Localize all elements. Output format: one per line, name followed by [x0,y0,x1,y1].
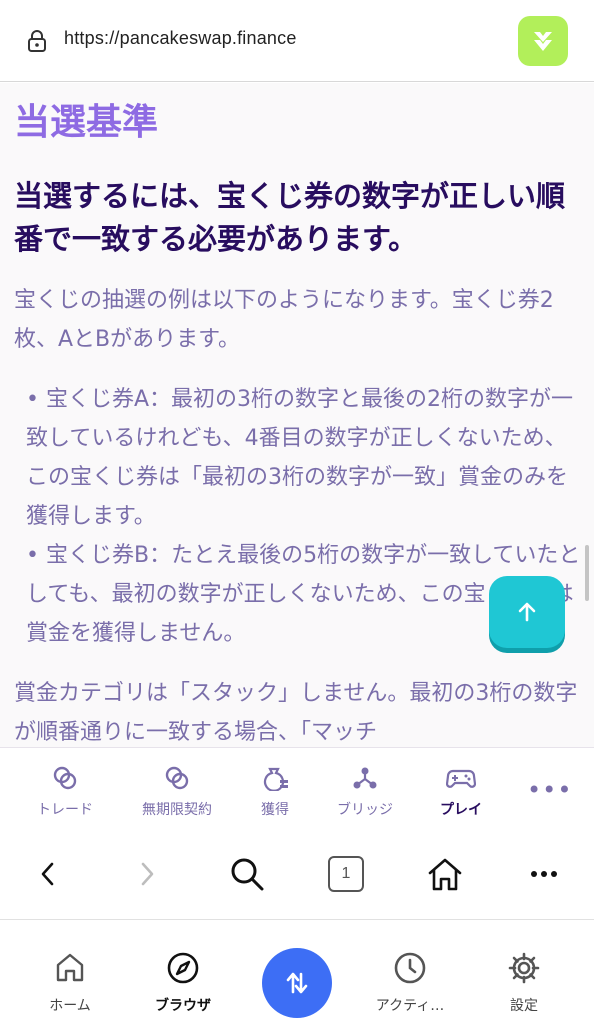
lock-icon [28,30,46,52]
tabs-button[interactable]: 1 [328,856,364,892]
gear-icon [508,952,540,984]
nav-label: 無期限契約 [142,802,212,818]
swap-button[interactable] [262,948,332,1018]
home-button[interactable] [427,856,463,892]
nav-more-button[interactable]: ••• [527,776,572,804]
tab-count: 1 [328,856,364,892]
home-icon [428,858,462,891]
search-icon [231,858,264,891]
swap-arrows-icon [286,972,308,994]
arrow-up-icon [518,602,536,622]
browser-toolbar: 1 [0,826,594,920]
scroll-to-top-button[interactable] [489,576,565,648]
tab-activity[interactable]: アクティ… [360,921,460,1024]
url-text[interactable]: https://pancakeswap.finance [64,28,297,49]
app-tab-bar: ホーム ブラウザ アクティ… 設定 [0,921,594,1024]
wallet-button[interactable] [518,16,568,66]
nav-item-bridge[interactable]: ブリッジ [310,748,420,826]
game-controller-icon [446,769,476,788]
bridge-icon [353,767,377,789]
chevron-right-icon [141,862,154,886]
page-content: 当選基準 当選するには、宝くじ券の数字が正しい順番で一致する必要があります。 宝… [0,83,594,747]
tab-home[interactable]: ホーム [20,921,120,1024]
chevron-left-icon [41,862,54,886]
nav-item-trade[interactable]: トレード [10,748,120,826]
forward-button[interactable] [129,856,165,892]
nav-label: プレイ [440,802,482,818]
main-heading: 当選するには、宝くじ券の数字が正しい順番で一致する必要があります。 [14,179,566,256]
clock-icon [394,952,426,984]
home-icon [56,953,84,982]
nav-label: トレード [37,802,93,818]
nav-item-perpetual[interactable]: 無期限契約 [122,748,232,826]
more-dots-icon [531,871,557,877]
section-heading: 当選基準 [14,102,159,143]
tab-label: ブラウザ [155,998,211,1014]
tab-label: 設定 [510,998,538,1014]
prize-category-paragraph: 賞金カテゴリは「スタック」しません。最初の3桁の数字が順番通りに一致する場合、「… [14,681,578,745]
app-bottom-nav: トレード 無期限契約 獲得 ブリッジ プレイ ••• [0,747,594,825]
back-button[interactable] [30,856,66,892]
trade-icon [53,766,77,790]
earn-icon [263,767,288,791]
wallet-logo-icon [534,32,552,51]
list-item: 宝くじ券A：最初の3桁の数字と最後の2桁の数字が一致しているけれども、4番目の数… [26,380,581,536]
search-button[interactable] [229,856,265,892]
perpetual-icon [165,766,189,790]
tab-browser[interactable]: ブラウザ [133,921,233,1024]
example-paragraph: 宝くじの抽選の例は以下のようになります。宝くじ券2枚、AとBがあります。 [14,288,554,352]
nav-item-play[interactable]: プレイ [406,748,516,826]
scrollbar[interactable] [585,545,589,601]
tab-label: アクティ… [375,998,445,1014]
tab-label: ホーム [49,998,91,1014]
tab-settings[interactable]: 設定 [474,921,574,1024]
more-options-button[interactable] [526,856,562,892]
compass-icon [167,952,199,984]
browser-url-bar: https://pancakeswap.finance [0,0,594,82]
nav-label: ブリッジ [337,802,393,818]
